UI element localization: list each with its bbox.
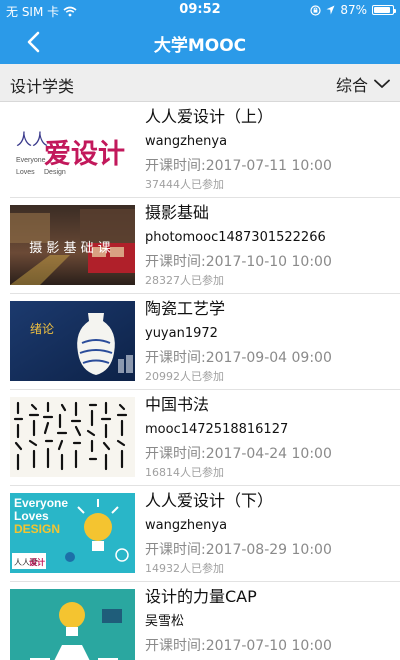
course-start-time: 开课时间:2017-08-29 10:00 <box>145 542 332 558</box>
course-start-time: 开课时间:2017-10-10 10:00 <box>145 254 332 270</box>
status-right: 87% <box>310 3 396 17</box>
course-start-time: 开课时间:2017-07-10 10:00 <box>145 638 332 654</box>
status-bar: 无 SIM 卡 09:52 87% <box>0 0 400 20</box>
sort-label: 综合 <box>335 76 368 95</box>
course-name: 中国书法 <box>145 395 210 414</box>
course-author: mooc1472518816127 <box>145 422 289 437</box>
course-info: 人人爱设计（上） wangzhenya 开课时间:2017-07-11 10:0… <box>145 106 394 192</box>
course-participants: 20992人已参加 <box>145 370 224 383</box>
thumb-text-l3: DESIGN <box>14 522 60 536</box>
thumb-text-sub2: Loves <box>16 169 35 176</box>
course-item[interactable]: 人人 爱设计 Everyone Loves Design 人人爱设计（上） wa… <box>0 102 400 198</box>
course-thumbnail <box>10 397 135 477</box>
course-info: 陶瓷工艺学 yuyan1972 开课时间:2017-09-04 09:00 20… <box>145 298 394 384</box>
nav-bar: 大学MOOC <box>0 20 400 64</box>
battery-icon <box>372 5 396 15</box>
course-info: 中国书法 mooc1472518816127 开课时间:2017-04-24 1… <box>145 394 394 480</box>
thumb-text: 绪论 <box>30 322 54 336</box>
location-arrow-icon <box>326 5 335 15</box>
sort-dropdown[interactable]: 综合 <box>336 72 390 96</box>
course-info: 设计的力量CAP 吴雪松 开课时间:2017-07-10 10:00 <box>145 586 394 658</box>
course-participants: 28327人已参加 <box>145 274 224 287</box>
course-info: 人人爱设计（下） wangzhenya 开课时间:2017-08-29 10:0… <box>145 490 394 576</box>
thumb-text-sub3: Design <box>44 169 66 176</box>
thumb-text-sub1: Everyone <box>16 157 46 164</box>
course-item[interactable]: 绪论 陶瓷工艺学 yuyan1972 开课时间:2017-09-04 09:00… <box>0 294 400 390</box>
course-author: wangzhenya <box>145 134 228 149</box>
course-item[interactable]: 摄 影 基 础 课 摄影基础 photomooc1487301522266 开课… <box>0 198 400 294</box>
course-thumbnail <box>10 589 135 660</box>
course-name: 设计的力量CAP <box>145 587 257 606</box>
course-item[interactable]: 中国书法 mooc1472518816127 开课时间:2017-04-24 1… <box>0 390 400 486</box>
course-thumbnail: 人人 爱设计 Everyone Loves Design <box>10 109 135 189</box>
course-author: 吴雪松 <box>145 614 185 629</box>
course-name: 陶瓷工艺学 <box>145 299 226 318</box>
course-name: 人人爱设计（下） <box>145 491 274 510</box>
course-start-time: 开课时间:2017-04-24 10:00 <box>145 446 332 462</box>
course-item[interactable]: 设计的力量CAP 吴雪松 开课时间:2017-07-10 10:00 <box>0 582 400 660</box>
orientation-lock-icon <box>310 4 321 16</box>
page-title: 大学MOOC <box>153 36 247 56</box>
course-start-time: 开课时间:2017-09-04 09:00 <box>145 350 332 366</box>
course-author: wangzhenya <box>145 518 228 533</box>
course-participants: 14932人已参加 <box>145 562 224 575</box>
thumb-text-big: 爱设计 <box>44 139 125 170</box>
course-info: 摄影基础 photomooc1487301522266 开课时间:2017-10… <box>145 202 394 288</box>
course-participants: 37444人已参加 <box>145 178 224 191</box>
chevron-down-icon <box>374 79 390 88</box>
course-start-time: 开课时间:2017-07-11 10:00 <box>145 158 332 174</box>
course-thumbnail: 绪论 <box>10 301 135 381</box>
course-author: photomooc1487301522266 <box>145 230 326 245</box>
course-name: 人人爱设计（上） <box>145 107 274 126</box>
course-item[interactable]: Everyone Loves DESIGN 人人爱 设计 人人爱设计（下） wa… <box>0 486 400 582</box>
battery-fill <box>374 7 390 13</box>
thumb-badge-2: 设计 <box>29 557 45 567</box>
course-name: 摄影基础 <box>145 203 210 222</box>
thumb-text-l1: Everyone <box>14 496 68 510</box>
battery-percent: 87% <box>340 3 367 17</box>
filter-bar: 设计学类 综合 <box>0 64 400 102</box>
course-thumbnail: Everyone Loves DESIGN 人人爱 设计 <box>10 493 135 573</box>
course-participants: 16814人已参加 <box>145 466 224 479</box>
category-label: 设计学类 <box>10 77 75 96</box>
course-list: 人人 爱设计 Everyone Loves Design 人人爱设计（上） wa… <box>0 102 400 660</box>
course-thumbnail: 摄 影 基 础 课 <box>10 205 135 285</box>
thumb-text-l2: Loves <box>14 509 49 523</box>
thumb-text: 摄 影 基 础 课 <box>29 241 111 256</box>
course-author: yuyan1972 <box>145 326 218 341</box>
